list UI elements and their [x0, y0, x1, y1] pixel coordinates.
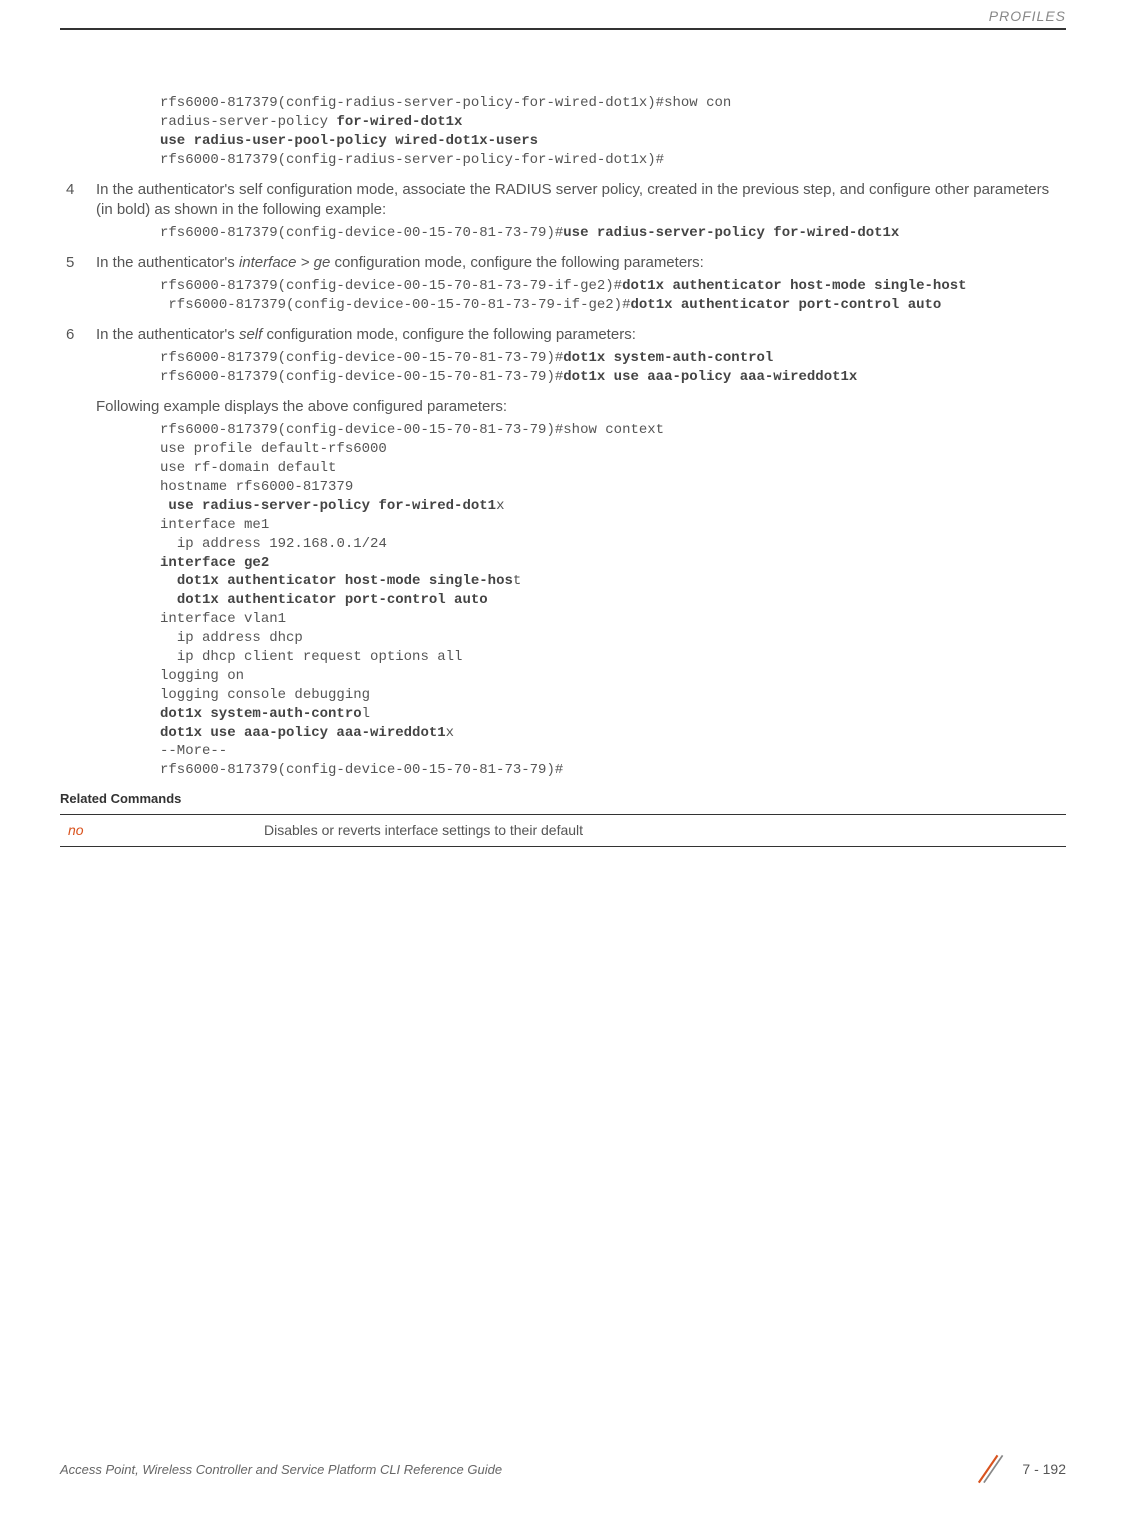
- related-commands-heading: Related Commands: [60, 790, 1066, 808]
- step-4: 4 In the authenticator's self configurat…: [60, 180, 1066, 221]
- command-name: no: [60, 814, 256, 846]
- related-commands-table: no Disables or reverts interface setting…: [60, 814, 1066, 847]
- step-6: 6 In the authenticator's self configurat…: [60, 325, 1066, 345]
- step-body: In the authenticator's self configuratio…: [96, 325, 636, 345]
- main-content: rfs6000-817379(config-radius-server-poli…: [60, 30, 1066, 847]
- code-block-4: rfs6000-817379(config-device-00-15-70-81…: [160, 349, 1066, 387]
- code-block-2: rfs6000-817379(config-device-00-15-70-81…: [160, 224, 1066, 243]
- step-5: 5 In the authenticator's interface > ge …: [60, 253, 1066, 273]
- paragraph: Following example displays the above con…: [96, 397, 1066, 417]
- footer-slash-icon: [972, 1452, 1006, 1486]
- step-number: 4: [60, 180, 96, 221]
- table-row: no Disables or reverts interface setting…: [60, 814, 1066, 846]
- code-block-1: rfs6000-817379(config-radius-server-poli…: [160, 94, 1066, 170]
- page-footer: Access Point, Wireless Controller and Se…: [60, 1452, 1066, 1486]
- step-body: In the authenticator's interface > ge co…: [96, 253, 704, 273]
- footer-title: Access Point, Wireless Controller and Se…: [60, 1462, 502, 1477]
- step-number: 5: [60, 253, 96, 273]
- step-number: 6: [60, 325, 96, 345]
- step-body: In the authenticator's self configuratio…: [96, 180, 1066, 221]
- code-block-3: rfs6000-817379(config-device-00-15-70-81…: [160, 277, 1066, 315]
- code-block-5: rfs6000-817379(config-device-00-15-70-81…: [160, 421, 1066, 780]
- command-desc: Disables or reverts interface settings t…: [256, 814, 1066, 846]
- page-number: 7 - 192: [1022, 1461, 1066, 1477]
- page-header-section: PROFILES: [60, 0, 1066, 28]
